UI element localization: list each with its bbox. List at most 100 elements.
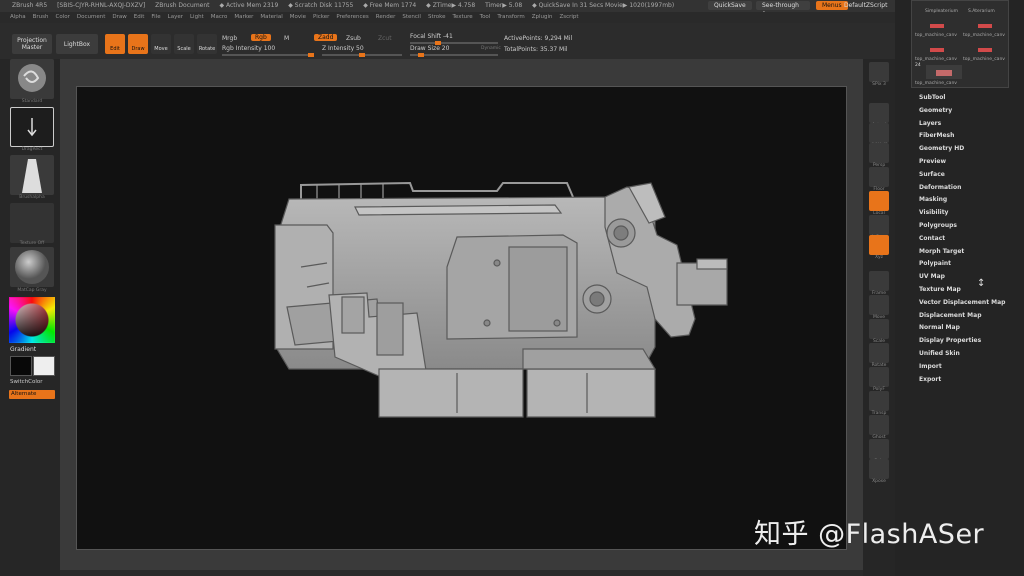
menu-item[interactable]: Marker — [234, 14, 253, 20]
menu-item[interactable]: Tool — [480, 14, 491, 20]
menu-item[interactable]: Picker — [313, 14, 329, 20]
subtool-thumbnail-selected[interactable] — [926, 65, 962, 79]
m-button[interactable]: M — [284, 35, 289, 42]
alternate-button[interactable]: Alternate — [9, 390, 55, 399]
zadd-button[interactable]: Zadd — [314, 34, 338, 41]
subtool-name[interactable]: Simpleaterium — [925, 9, 958, 14]
menu-item[interactable]: Macro — [211, 14, 228, 20]
menu-item[interactable]: File — [151, 14, 160, 20]
menu-item[interactable]: Stencil — [402, 14, 421, 20]
shelf-button[interactable] — [869, 191, 889, 211]
tool-palette-item[interactable]: Contact — [919, 235, 945, 242]
shelf-button[interactable] — [869, 439, 889, 459]
tool-palette-item[interactable]: FiberMesh — [919, 132, 954, 139]
menu-item[interactable]: Zscript — [559, 14, 578, 20]
subtool-name[interactable]: top_machine_canv — [963, 33, 1005, 38]
tool-palette-item[interactable]: Masking — [919, 196, 947, 203]
tool-palette-item[interactable]: Export — [919, 376, 941, 383]
subtool-name[interactable]: top_machine_canv — [963, 57, 1005, 62]
menu-item[interactable]: Edit — [134, 14, 145, 20]
menu-item[interactable]: Draw — [112, 14, 126, 20]
texture-thumbnail[interactable] — [10, 203, 54, 243]
tool-palette-item[interactable]: Layers — [919, 120, 941, 127]
viewport-canvas[interactable] — [76, 86, 847, 550]
tool-palette-item[interactable]: Unified Skin — [919, 350, 960, 357]
menu-item[interactable]: Render — [376, 14, 396, 20]
tool-palette-item[interactable]: Geometry HD — [919, 145, 964, 152]
shelf-button[interactable] — [869, 295, 889, 315]
default-zscript-button[interactable]: DefaultZScript — [838, 1, 893, 10]
alpha-thumbnail[interactable] — [10, 155, 54, 195]
menu-item[interactable]: Texture — [453, 14, 473, 20]
tool-palette-item[interactable]: Preview — [919, 158, 946, 165]
menu-item[interactable]: Brush — [33, 14, 49, 20]
subtool-name[interactable]: S.Aterarium — [968, 9, 995, 14]
tool-palette-item[interactable]: Vector Displacement Map — [919, 299, 1005, 306]
gradient-label[interactable]: Gradient — [10, 346, 36, 353]
tool-palette-item[interactable]: Import — [919, 363, 942, 370]
tool-palette-item[interactable]: Visibility — [919, 209, 948, 216]
draw-size-slider[interactable] — [410, 53, 498, 57]
bottom-scroll-bar[interactable] — [60, 570, 863, 576]
move-button[interactable]: Move — [151, 34, 171, 54]
tool-palette-item[interactable]: Normal Map — [919, 324, 960, 331]
subtool-name[interactable]: top_machine_canv — [915, 57, 957, 62]
edit-button[interactable]: Edit — [105, 34, 125, 54]
shelf-button[interactable] — [869, 235, 889, 255]
zcut-button[interactable]: Zcut — [378, 35, 392, 42]
shelf-button[interactable] — [869, 167, 889, 187]
lightbox-button[interactable]: LightBox — [56, 34, 98, 54]
switch-color-button[interactable]: SwitchColor — [10, 379, 43, 385]
menu-item[interactable]: Movie — [290, 14, 306, 20]
main-color-swatch[interactable] — [10, 356, 32, 376]
menu-item[interactable]: Preferences — [336, 14, 368, 20]
shelf-button[interactable] — [869, 271, 889, 291]
material-thumbnail[interactable] — [10, 59, 54, 99]
tool-palette-item[interactable]: Polypaint — [919, 260, 951, 267]
menu-item[interactable]: Zplugin — [532, 14, 553, 20]
quicksave-button[interactable]: QuickSave — [708, 1, 752, 10]
menu-item[interactable]: Layer — [168, 14, 183, 20]
tool-palette-item[interactable]: Texture Map — [919, 286, 961, 293]
draw-button[interactable]: Draw — [128, 34, 148, 54]
tool-palette-item[interactable]: SubTool — [919, 94, 945, 101]
tool-palette-item[interactable]: Polygroups — [919, 222, 957, 229]
menu-item[interactable]: Light — [190, 14, 204, 20]
shelf-button[interactable] — [869, 103, 889, 123]
tool-palette-item[interactable]: Morph Target — [919, 248, 964, 255]
menu-item[interactable]: Transform — [497, 14, 524, 20]
shelf-button[interactable] — [869, 319, 889, 339]
tool-palette-item[interactable]: UV Map — [919, 273, 945, 280]
see-through-slider[interactable]: See-through 0 — [756, 1, 810, 18]
subtool-name[interactable]: top_machine_canv — [915, 81, 957, 86]
color-hue-ring[interactable] — [9, 297, 55, 343]
tool-palette-item[interactable]: Display Properties — [919, 337, 981, 344]
rotate-button[interactable]: Rotate — [197, 34, 217, 54]
menu-item[interactable]: Alpha — [10, 14, 26, 20]
tool-palette-item[interactable]: Surface — [919, 171, 945, 178]
subtool-name[interactable]: top_machine_canv — [915, 33, 957, 38]
shelf-button[interactable] — [869, 215, 889, 235]
rgb-intensity-slider[interactable] — [222, 53, 314, 57]
focal-shift-slider[interactable] — [410, 41, 498, 45]
menu-item[interactable]: Document — [77, 14, 106, 20]
tool-palette-item[interactable]: Geometry — [919, 107, 952, 114]
shelf-button[interactable] — [869, 415, 889, 435]
shelf-button[interactable] — [869, 62, 889, 82]
scale-button[interactable]: Scale — [174, 34, 194, 54]
shelf-button[interactable] — [869, 143, 889, 163]
zsub-button[interactable]: Zsub — [346, 35, 361, 42]
menu-item[interactable]: Material — [260, 14, 282, 20]
matcap-thumbnail[interactable] — [10, 247, 54, 287]
shelf-button[interactable] — [869, 367, 889, 387]
mrgb-button[interactable]: Mrgb — [222, 35, 237, 42]
tool-palette-item[interactable]: Displacement Map — [919, 312, 982, 319]
rgb-button[interactable]: Rgb — [251, 34, 271, 41]
menu-item[interactable]: Stroke — [428, 14, 446, 20]
shelf-button[interactable] — [869, 459, 889, 479]
menu-item[interactable]: Color — [56, 14, 70, 20]
tool-palette-item[interactable]: Deformation — [919, 184, 961, 191]
shelf-button[interactable] — [869, 391, 889, 411]
dynamic-button[interactable]: Dynamic — [481, 46, 501, 51]
shelf-button[interactable] — [869, 123, 889, 143]
